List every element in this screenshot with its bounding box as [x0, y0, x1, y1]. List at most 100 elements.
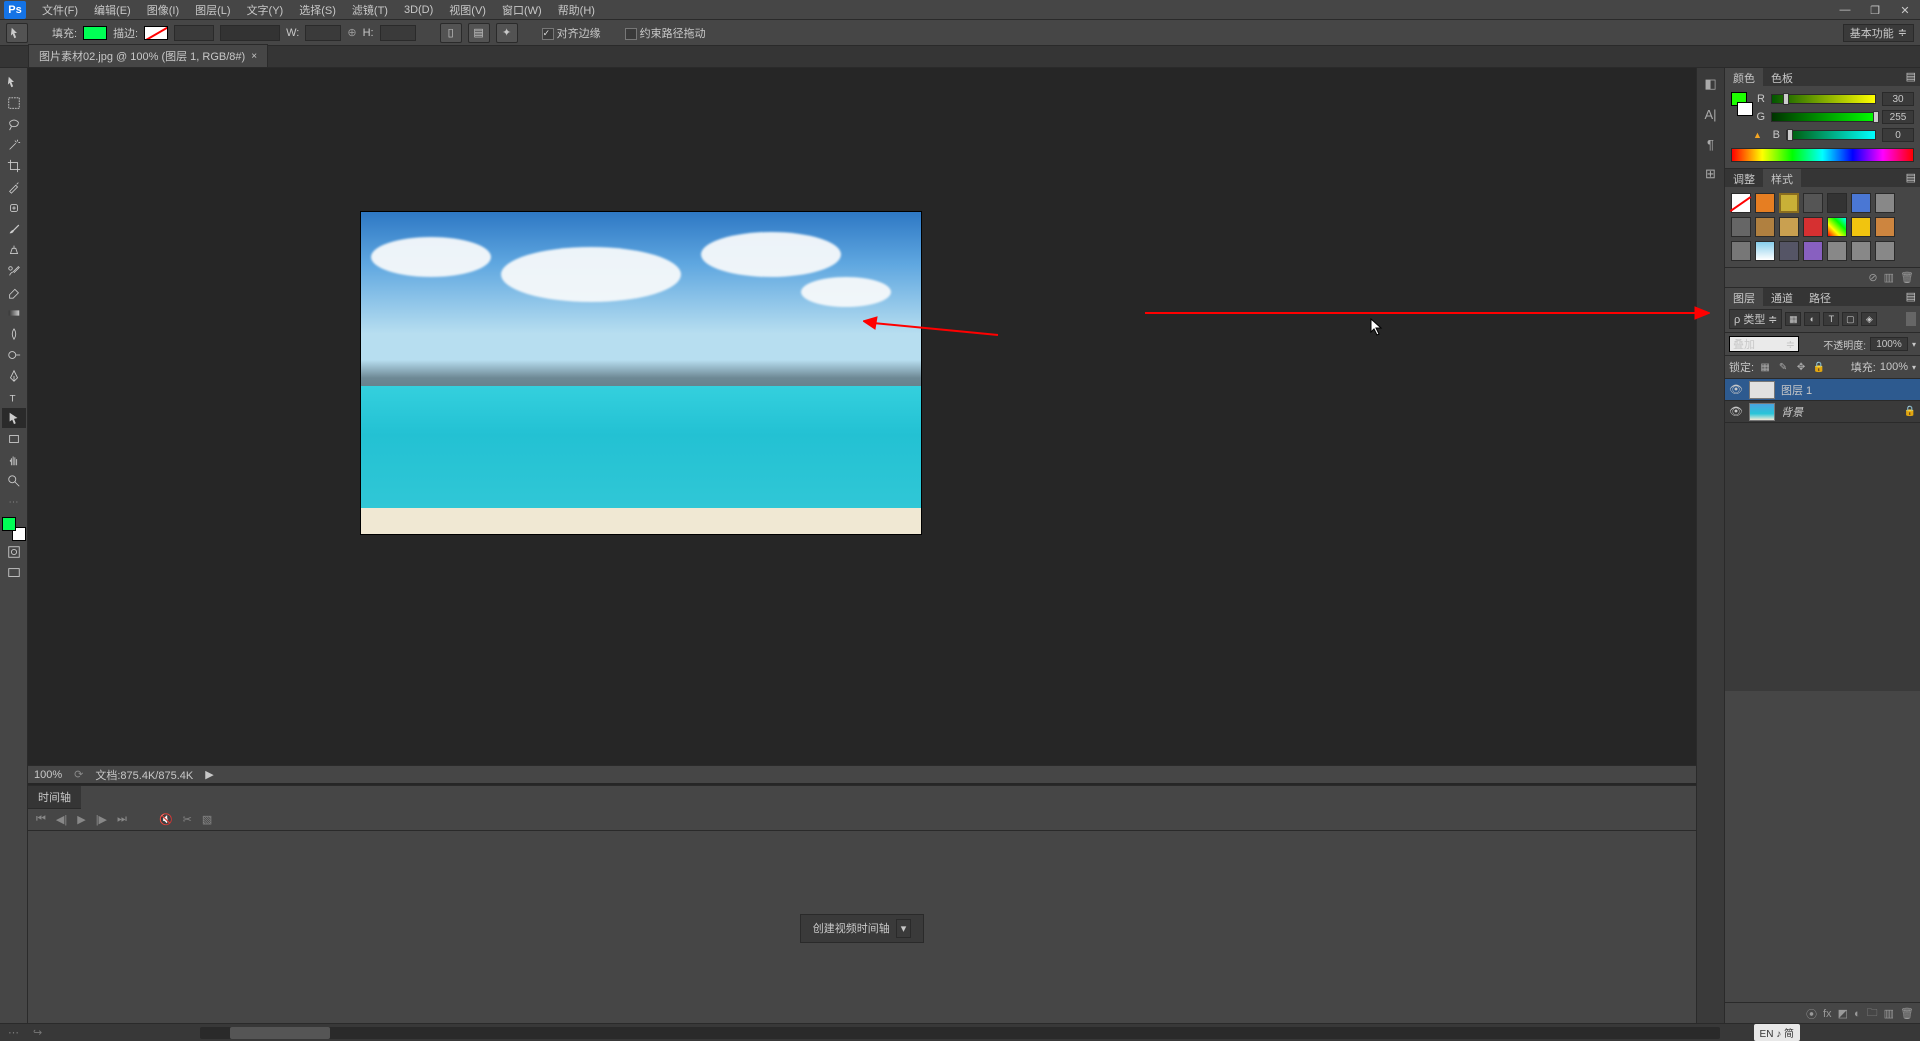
history-brush-tool[interactable] — [2, 261, 26, 281]
lasso-tool[interactable] — [2, 114, 26, 134]
menu-image[interactable]: 图像(I) — [139, 0, 187, 20]
layers-panel-menu-icon[interactable]: ▤ — [1902, 288, 1920, 306]
b-slider[interactable] — [1786, 130, 1876, 140]
style-preset[interactable] — [1851, 241, 1871, 261]
menu-window[interactable]: 窗口(W) — [494, 0, 550, 20]
layer-row[interactable]: 👁 图层 1 — [1725, 379, 1920, 401]
status-refresh-icon[interactable]: ⟳ — [74, 768, 83, 781]
history-panel-icon[interactable]: ◧ — [1701, 74, 1721, 94]
document-canvas[interactable] — [360, 211, 922, 535]
menu-view[interactable]: 视图(V) — [441, 0, 494, 20]
opacity-dropdown-icon[interactable]: ▾ — [1912, 340, 1916, 349]
lock-image-icon[interactable]: ✎ — [1776, 360, 1790, 374]
align-edges-checkbox[interactable]: 对齐边缘 — [542, 25, 601, 41]
style-preset[interactable] — [1875, 193, 1895, 213]
styles-delete-icon[interactable]: 🗑 — [1900, 271, 1914, 284]
r-slider[interactable] — [1771, 94, 1876, 104]
style-preset[interactable] — [1731, 241, 1751, 261]
style-preset[interactable] — [1803, 217, 1823, 237]
create-timeline-dropdown-icon[interactable]: ▾ — [896, 919, 912, 938]
zoom-level[interactable]: 100% — [34, 769, 62, 781]
dodge-tool[interactable] — [2, 345, 26, 365]
path-align-button[interactable]: ▯ — [440, 23, 462, 43]
link-layers-icon[interactable]: ⦿ — [1806, 1006, 1817, 1022]
layer-mask-icon[interactable]: ◩ — [1838, 1007, 1848, 1020]
timeline-play-icon[interactable]: ▶ — [77, 813, 85, 826]
menu-3d[interactable]: 3D(D) — [396, 2, 441, 18]
lock-position-icon[interactable]: ✥ — [1794, 360, 1808, 374]
menu-type[interactable]: 文字(Y) — [239, 0, 292, 20]
menu-file[interactable]: 文件(F) — [34, 0, 86, 20]
layers-tab[interactable]: 图层 — [1725, 288, 1763, 306]
scrollbar-thumb[interactable] — [230, 1027, 330, 1039]
timeline-tab[interactable]: 时间轴 — [28, 786, 81, 809]
menu-layer[interactable]: 图层(L) — [187, 0, 238, 20]
rectangle-tool[interactable] — [2, 429, 26, 449]
magic-wand-tool[interactable] — [2, 135, 26, 155]
layer-name[interactable]: 背景 — [1781, 404, 1803, 420]
document-tab-close-icon[interactable]: × — [251, 51, 257, 62]
r-value[interactable]: 30 — [1882, 92, 1914, 106]
window-minimize-button[interactable]: — — [1830, 0, 1860, 20]
styles-panel-menu-icon[interactable]: ▤ — [1902, 169, 1920, 187]
opacity-value[interactable]: 100% — [1870, 337, 1908, 351]
window-maximize-button[interactable]: ❐ — [1860, 0, 1890, 20]
gradient-tool[interactable] — [2, 303, 26, 323]
timeline-next-frame-icon[interactable]: |▶ — [96, 813, 107, 826]
filter-smart-icon[interactable]: ◈ — [1861, 312, 1877, 326]
path-options-button[interactable]: ✦ — [496, 23, 518, 43]
g-slider[interactable] — [1771, 112, 1876, 122]
brush-tool[interactable] — [2, 219, 26, 239]
style-preset[interactable] — [1779, 217, 1799, 237]
window-close-button[interactable]: ✕ — [1890, 0, 1920, 20]
layer-visibility-icon[interactable]: 👁 — [1729, 405, 1743, 418]
canvas-area[interactable]: 100% ⟳ 文档:875.4K/875.4K ▶ 时间轴 ⏮ ◀| ▶ |▶ … — [28, 68, 1696, 1025]
shape-height-field[interactable] — [380, 25, 416, 41]
timeline-last-frame-icon[interactable]: ⏭ — [117, 813, 127, 826]
stroke-color-swatch[interactable] — [144, 26, 168, 40]
menu-edit[interactable]: 编辑(E) — [86, 0, 139, 20]
fill-dropdown-icon[interactable]: ▾ — [1912, 363, 1916, 372]
blur-tool[interactable] — [2, 324, 26, 344]
style-preset[interactable] — [1803, 193, 1823, 213]
style-preset[interactable] — [1731, 217, 1751, 237]
tool-preset-picker[interactable] — [6, 23, 28, 43]
style-preset[interactable] — [1827, 217, 1847, 237]
style-preset[interactable] — [1827, 241, 1847, 261]
panel-bg-swatch[interactable] — [1737, 102, 1753, 116]
layer-row[interactable]: 👁 背景 🔒 — [1725, 401, 1920, 423]
link-wh-icon[interactable]: ⊕ — [347, 26, 356, 39]
filter-type-icon[interactable]: T — [1823, 312, 1839, 326]
stroke-width-field[interactable] — [174, 25, 214, 41]
menu-select[interactable]: 选择(S) — [291, 0, 344, 20]
stroke-style-picker[interactable] — [220, 25, 280, 41]
crop-tool[interactable] — [2, 156, 26, 176]
style-preset[interactable] — [1875, 217, 1895, 237]
menu-filter[interactable]: 滤镜(T) — [344, 0, 396, 20]
swatches-tab[interactable]: 色板 — [1763, 68, 1801, 86]
timeline-mute-icon[interactable]: 🔇 — [159, 813, 173, 826]
edit-toolbar-icon[interactable]: ⋯ — [2, 492, 26, 512]
style-preset[interactable] — [1755, 241, 1775, 261]
constrain-path-checkbox[interactable]: 约束路径拖动 — [625, 25, 706, 41]
character-panel-icon[interactable]: A| — [1701, 104, 1721, 124]
style-preset[interactable] — [1755, 193, 1775, 213]
pen-tool[interactable] — [2, 366, 26, 386]
filter-pixel-icon[interactable]: ▦ — [1785, 312, 1801, 326]
styles-tab[interactable]: 样式 — [1763, 169, 1801, 187]
channels-tab[interactable]: 通道 — [1763, 288, 1801, 306]
workspace-switcher[interactable]: 基本功能≑ — [1843, 24, 1914, 42]
layer-style-icon[interactable]: fx — [1823, 1008, 1832, 1020]
fill-opacity-value[interactable]: 100% — [1880, 361, 1908, 373]
type-tool[interactable]: T — [2, 387, 26, 407]
layer-thumbnail[interactable] — [1749, 381, 1775, 399]
delete-layer-icon[interactable]: 🗑 — [1900, 1007, 1914, 1020]
new-group-icon[interactable]: 🗀 — [1867, 1004, 1878, 1023]
timeline-prev-frame-icon[interactable]: ◀| — [56, 813, 67, 826]
layer-visibility-icon[interactable]: 👁 — [1729, 383, 1743, 396]
clone-stamp-tool[interactable] — [2, 240, 26, 260]
styles-new-icon[interactable]: ▥ — [1884, 271, 1894, 284]
quick-mask-tool[interactable] — [2, 542, 26, 562]
paragraph-panel-icon[interactable]: ¶ — [1701, 134, 1721, 154]
styles-clear-icon[interactable]: ⊘ — [1868, 271, 1877, 284]
